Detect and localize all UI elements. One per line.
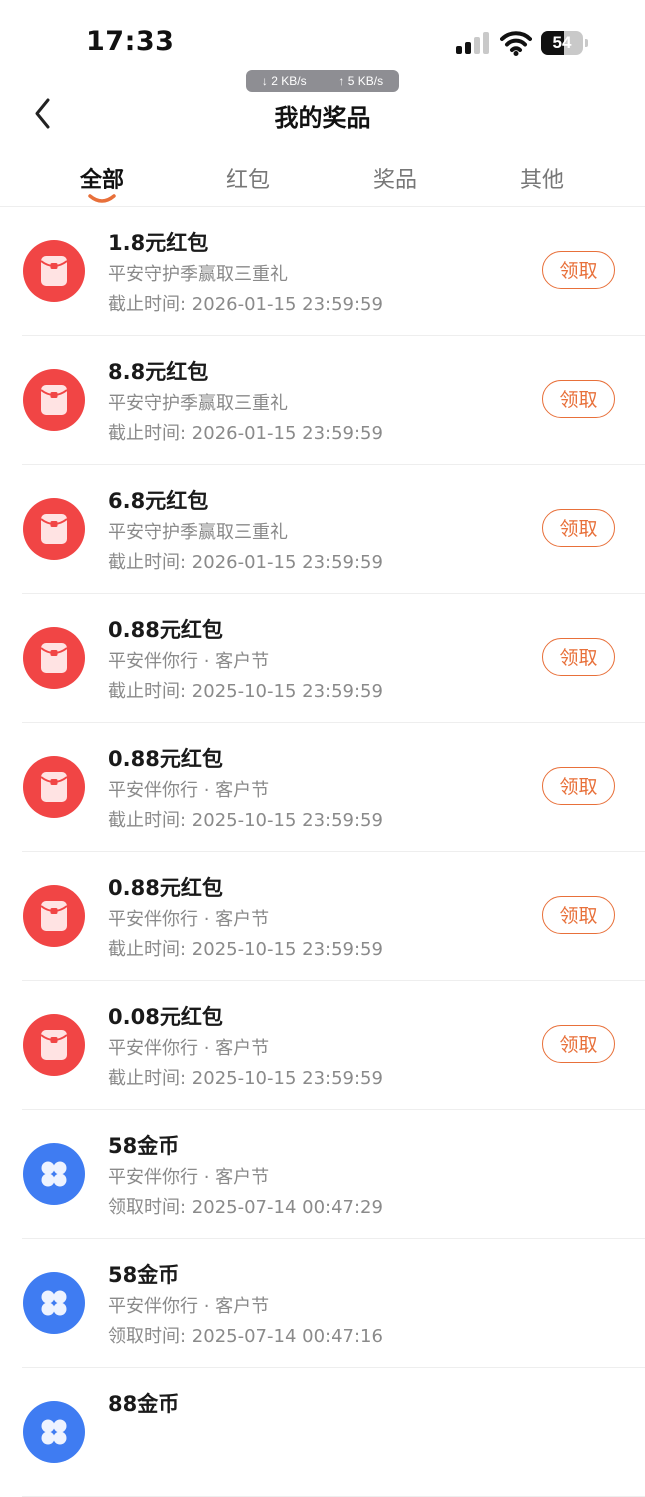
- prize-time: 截止时间: 2025-10-15 23:59:59: [108, 1068, 383, 1089]
- net-download: ↓ 2 KB/s: [261, 74, 307, 88]
- wifi-icon: [500, 30, 532, 56]
- claim-button[interactable]: 领取: [542, 251, 615, 289]
- tab-other[interactable]: 其他: [492, 162, 592, 194]
- prize-time: 截止时间: 2026-01-15 23:59:59: [108, 552, 383, 573]
- red-envelope-icon: [40, 643, 68, 673]
- signal-icon: [456, 32, 492, 54]
- prize-title: 58金币: [108, 1134, 180, 1158]
- prize-title: 1.8元红包: [108, 231, 209, 255]
- coin-icon: [41, 1419, 67, 1445]
- prize-title: 8.8元红包: [108, 360, 209, 384]
- claim-button[interactable]: 领取: [542, 638, 615, 676]
- status-time: 17:33: [86, 26, 175, 57]
- prize-title: 0.88元红包: [108, 618, 223, 642]
- coin-icon: [41, 1161, 67, 1187]
- tab-all[interactable]: 全部: [52, 162, 152, 194]
- prize-subtitle: 平安伴你行 · 客户节: [108, 909, 270, 930]
- prize-avatar: [23, 1272, 85, 1334]
- prize-subtitle: 平安守护季赢取三重礼: [108, 393, 288, 414]
- prize-time: 领取时间: 2025-07-14 00:47:29: [108, 1197, 383, 1218]
- prize-item: 8.8元红包平安守护季赢取三重礼截止时间: 2026-01-15 23:59:5…: [0, 336, 645, 465]
- coin-icon: [41, 1290, 67, 1316]
- prize-time: 领取时间: 2025-07-14 00:47:16: [108, 1326, 383, 1347]
- prize-title: 58金币: [108, 1263, 180, 1287]
- prize-avatar: [23, 498, 85, 560]
- prize-time: 截止时间: 2026-01-15 23:59:59: [108, 423, 383, 444]
- network-speed-badge: ↓ 2 KB/s ↑ 5 KB/s: [246, 70, 399, 92]
- prize-time: 截止时间: 2025-10-15 23:59:59: [108, 939, 383, 960]
- red-envelope-icon: [40, 385, 68, 415]
- page-title: 我的奖品: [274, 104, 371, 132]
- prize-avatar: [23, 1401, 85, 1463]
- prize-item: 0.88元红包平安伴你行 · 客户节截止时间: 2025-10-15 23:59…: [0, 594, 645, 723]
- prize-item: 58金币平安伴你行 · 客户节领取时间: 2025-07-14 00:47:29: [0, 1110, 645, 1239]
- red-envelope-icon: [40, 1030, 68, 1060]
- prize-item: 6.8元红包平安守护季赢取三重礼截止时间: 2026-01-15 23:59:5…: [0, 465, 645, 594]
- prize-avatar: [23, 369, 85, 431]
- battery-icon: 54: [541, 31, 583, 55]
- battery-level: 54: [552, 33, 572, 52]
- tab-active-indicator: [88, 194, 116, 203]
- prize-item: 1.8元红包平安守护季赢取三重礼截止时间: 2026-01-15 23:59:5…: [0, 207, 645, 336]
- prize-avatar: [23, 240, 85, 302]
- prize-item: 0.88元红包平安伴你行 · 客户节截止时间: 2025-10-15 23:59…: [0, 723, 645, 852]
- prize-time: 截止时间: 2025-10-15 23:59:59: [108, 810, 383, 831]
- claim-button[interactable]: 领取: [542, 1025, 615, 1063]
- claim-button[interactable]: 领取: [542, 509, 615, 547]
- prize-subtitle: 平安守护季赢取三重礼: [108, 264, 288, 285]
- prize-title: 88金币: [108, 1392, 180, 1416]
- status-bar: 17:33 54 ↓ 2 KB/s ↑ 5 KB/s: [0, 0, 645, 92]
- prize-item: 0.88元红包平安伴你行 · 客户节截止时间: 2025-10-15 23:59…: [0, 852, 645, 981]
- red-envelope-icon: [40, 901, 68, 931]
- prize-avatar: [23, 756, 85, 818]
- prize-title: 6.8元红包: [108, 489, 209, 513]
- prize-title: 0.88元红包: [108, 876, 223, 900]
- prize-avatar: [23, 1014, 85, 1076]
- claim-button[interactable]: 领取: [542, 767, 615, 805]
- tab-red-envelope[interactable]: 红包: [198, 162, 298, 194]
- prize-item: 0.08元红包平安伴你行 · 客户节截止时间: 2025-10-15 23:59…: [0, 981, 645, 1110]
- red-envelope-icon: [40, 514, 68, 544]
- claim-button[interactable]: 领取: [542, 380, 615, 418]
- claim-button[interactable]: 领取: [542, 896, 615, 934]
- tab-prizes[interactable]: 奖品: [345, 162, 445, 194]
- prize-subtitle: 平安伴你行 · 客户节: [108, 651, 270, 672]
- prize-subtitle: 平安守护季赢取三重礼: [108, 522, 288, 543]
- prize-time: 截止时间: 2026-01-15 23:59:59: [108, 294, 383, 315]
- prize-title: 0.08元红包: [108, 1005, 223, 1029]
- prize-item: 88金币: [0, 1368, 645, 1497]
- prize-list: 1.8元红包 平安守护季赢取三重礼 截止时间: 2026-01-15 23:59:5…: [0, 207, 645, 1497]
- prize-avatar: [23, 1143, 85, 1205]
- tab-bar: 全部 红包 奖品 其他: [0, 150, 645, 206]
- prize-time: 截止时间: 2025-10-15 23:59:59: [108, 681, 383, 702]
- red-envelope-icon: [40, 772, 68, 802]
- prize-avatar: [23, 627, 85, 689]
- prize-item: 58金币平安伴你行 · 客户节领取时间: 2025-07-14 00:47:16: [0, 1239, 645, 1368]
- net-upload: ↑ 5 KB/s: [338, 74, 384, 88]
- prize-subtitle: 平安伴你行 · 客户节: [108, 780, 270, 801]
- prize-subtitle: 平安伴你行 · 客户节: [108, 1296, 270, 1317]
- prize-subtitle: 平安伴你行 · 客户节: [108, 1038, 270, 1059]
- battery-tip: [585, 39, 588, 47]
- prize-subtitle: 平安伴你行 · 客户节: [108, 1167, 270, 1188]
- red-envelope-icon: [40, 256, 68, 286]
- prize-avatar: [23, 885, 85, 947]
- prize-title: 0.88元红包: [108, 747, 223, 771]
